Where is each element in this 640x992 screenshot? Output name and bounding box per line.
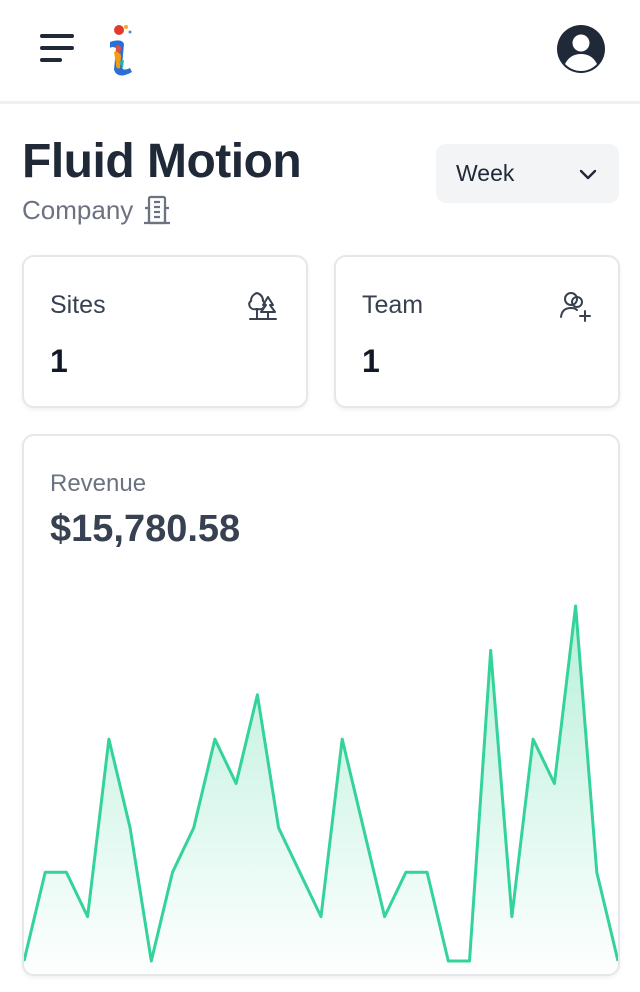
trees-icon <box>248 292 277 320</box>
revenue-chart <box>24 604 618 974</box>
sites-value: 1 <box>50 343 68 379</box>
team-label: Team <box>362 291 424 319</box>
team-value: 1 <box>362 343 380 379</box>
menu-line <box>40 58 62 62</box>
sites-stat-card[interactable]: Sites 1 <box>22 255 308 408</box>
chevron-down-icon <box>579 169 597 179</box>
period-select[interactable]: Week <box>436 144 619 203</box>
user-avatar-button[interactable] <box>556 24 606 74</box>
revenue-area <box>24 606 618 974</box>
period-selected-value: Week <box>456 160 515 186</box>
building-icon <box>144 195 171 225</box>
page-title: Fluid Motion <box>22 135 302 188</box>
company-type: Company <box>22 194 173 226</box>
sites-label: Sites <box>50 291 106 319</box>
menu-line <box>40 34 74 38</box>
company-type-label: Company <box>22 194 134 225</box>
revenue-card: Revenue $15,780.58 <box>22 434 620 976</box>
menu-line <box>40 46 74 50</box>
user-plus-icon <box>560 292 591 322</box>
team-stat-card[interactable]: Team 1 <box>334 255 620 408</box>
top-bar <box>0 0 640 104</box>
menu-button[interactable] <box>38 30 78 66</box>
brand-logo-icon[interactable] <box>102 22 138 78</box>
